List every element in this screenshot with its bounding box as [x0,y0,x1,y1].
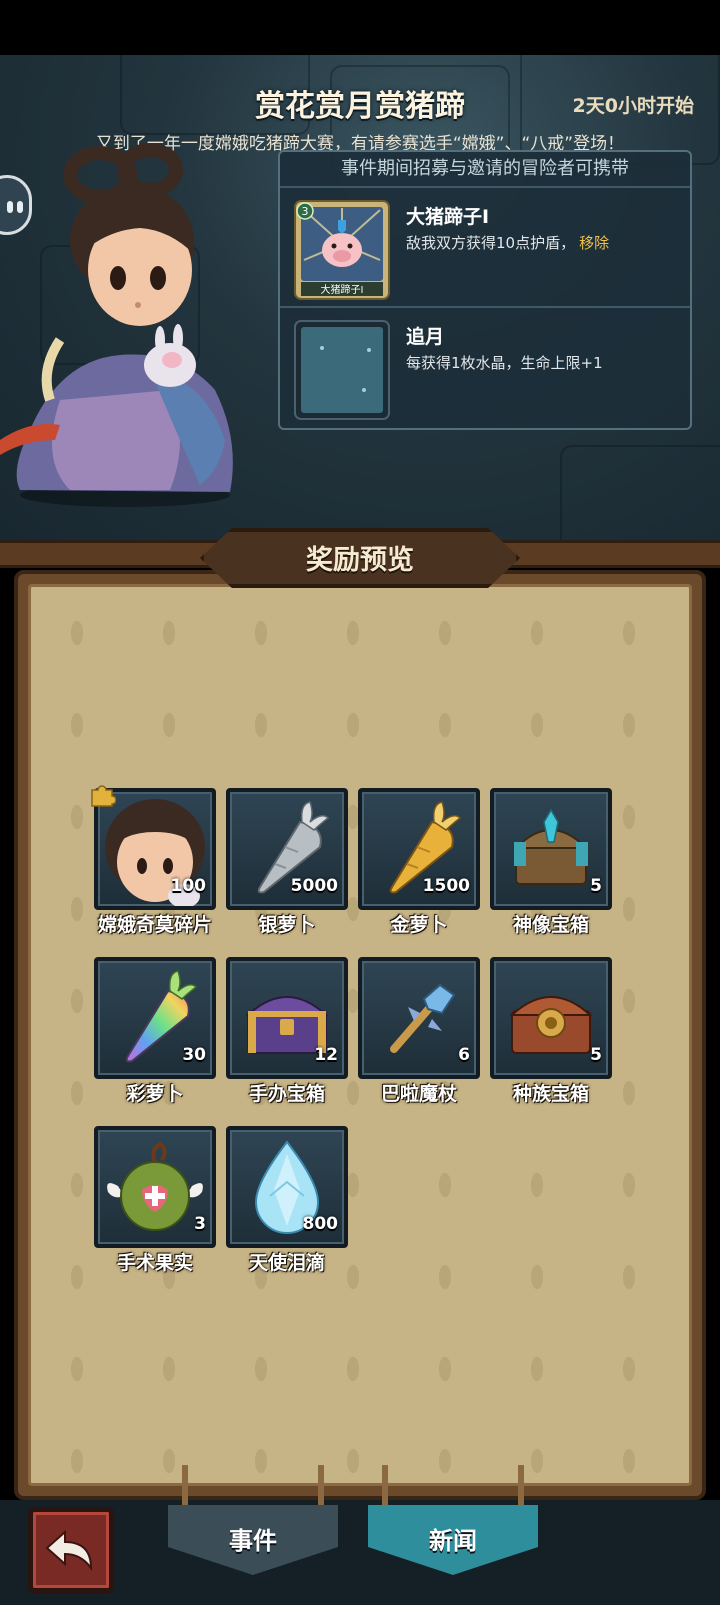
reward-item[interactable]: 6 巴啦魔杖 [358,957,480,1107]
perk-panel-header: 事件期间招募与邀请的冒险者可携带 [280,152,690,188]
reward-count: 5 [590,876,602,896]
reward-item[interactable]: 3 手术果实 [94,1126,216,1276]
reward-label: 种族宝箱 [512,1083,589,1105]
reward-item[interactable]: 5000 银萝卜 [226,788,348,938]
reward-label: 彩萝卜 [126,1083,184,1105]
remove-perk-link[interactable]: 移除 [579,234,609,252]
reward-label: 神像宝箱 [512,914,589,936]
reward-label: 银萝卜 [258,914,316,936]
perk-description: 敌我双方获得10点护盾， 移除 [406,234,610,252]
status-bar [0,0,720,55]
back-arrow-icon [45,1529,93,1572]
reward-count: 100 [170,876,207,896]
reward-count: 800 [302,1214,339,1234]
perk-name: 追月 [406,326,445,348]
reward-count: 6 [458,1045,470,1065]
reward-item[interactable]: 5 种族宝箱 [490,957,612,1107]
pig-card-icon: 3 大猪蹄子Ⅰ [294,200,390,300]
reward-label: 嫦娥奇莫碎片 [97,914,212,936]
perk-row[interactable]: 3 大猪蹄子Ⅰ 大猪蹄子Ⅰ 敌我双方获得10点护盾， 移除 [280,188,690,308]
reward-item[interactable]: 100 嫦娥奇莫碎片 [91,785,216,938]
reward-count: 1500 [422,876,470,896]
reward-label: 手办宝箱 [248,1083,325,1105]
change-character-illustration [0,143,233,507]
reward-item[interactable]: 12 手办宝箱 [226,957,348,1107]
reward-item[interactable]: 5 神像宝箱 [490,788,612,938]
reward-label: 天使泪滴 [248,1252,325,1274]
event-timer: 2天0小时开始 [572,95,694,117]
perk-name: 大猪蹄子Ⅰ [406,206,490,228]
reward-board-title: 奖励预览 [306,545,414,576]
reward-count: 30 [182,1045,206,1065]
reward-count: 12 [314,1045,338,1065]
reward-count: 3 [194,1214,206,1234]
reward-count: 5000 [290,876,338,896]
tab-news-label: 新闻 [429,1527,477,1555]
reward-label: 手术果实 [116,1252,193,1274]
crescent-moon-icon [294,320,390,420]
svg-text:3: 3 [302,205,309,218]
perk-panel: 事件期间招募与邀请的冒险者可携带 3 大猪蹄子Ⅰ 大猪蹄子Ⅰ 敌我双方获得10点… [278,150,692,430]
back-button[interactable] [28,1507,114,1593]
reward-item[interactable]: 800 天使泪滴 [226,1126,348,1276]
tab-event-label: 事件 [229,1527,277,1555]
tab-event[interactable]: 事件 [168,1465,338,1575]
reward-item[interactable]: 30 彩萝卜 [94,957,216,1107]
svg-text:大猪蹄子Ⅰ: 大猪蹄子Ⅰ [321,283,364,296]
tab-news[interactable]: 新闻 [368,1465,538,1575]
puzzle-piece-icon [91,785,116,807]
reward-label: 巴啦魔杖 [380,1083,457,1105]
reward-item[interactable]: 1500 金萝卜 [358,788,480,938]
perk-row[interactable]: 追月 每获得1枚水晶，生命上限+1 [280,308,690,428]
perk-description: 每获得1枚水晶，生命上限+1 [406,354,603,372]
reward-count: 5 [590,1045,602,1065]
reward-label: 金萝卜 [390,914,448,936]
